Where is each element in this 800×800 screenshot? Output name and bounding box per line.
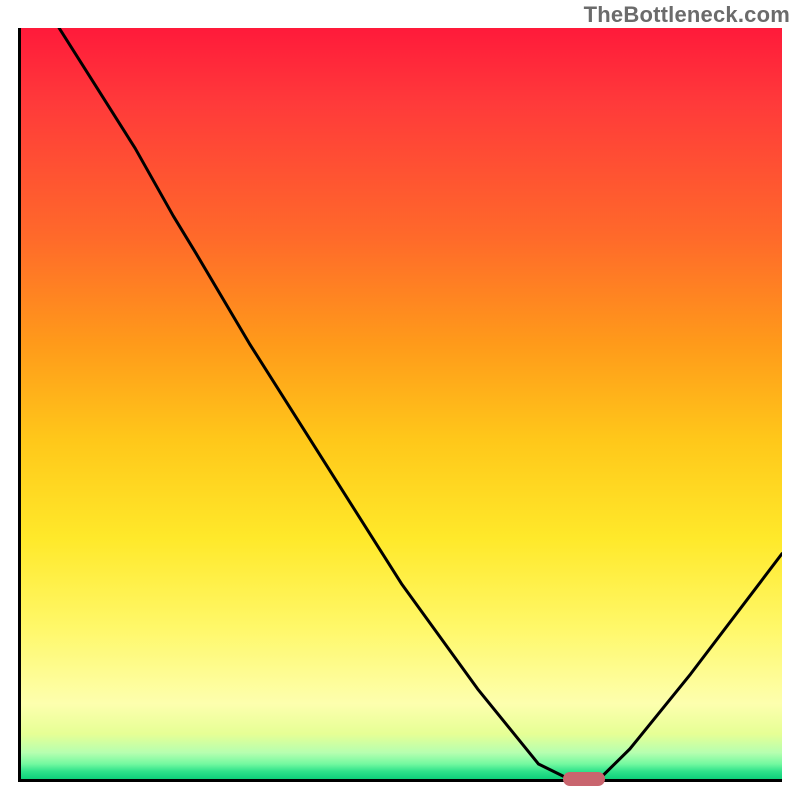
plot-area (18, 28, 782, 782)
chart-container: TheBottleneck.com (0, 0, 800, 800)
watermark-text: TheBottleneck.com (584, 2, 790, 28)
optimum-marker (563, 772, 605, 786)
background-gradient (21, 28, 782, 779)
